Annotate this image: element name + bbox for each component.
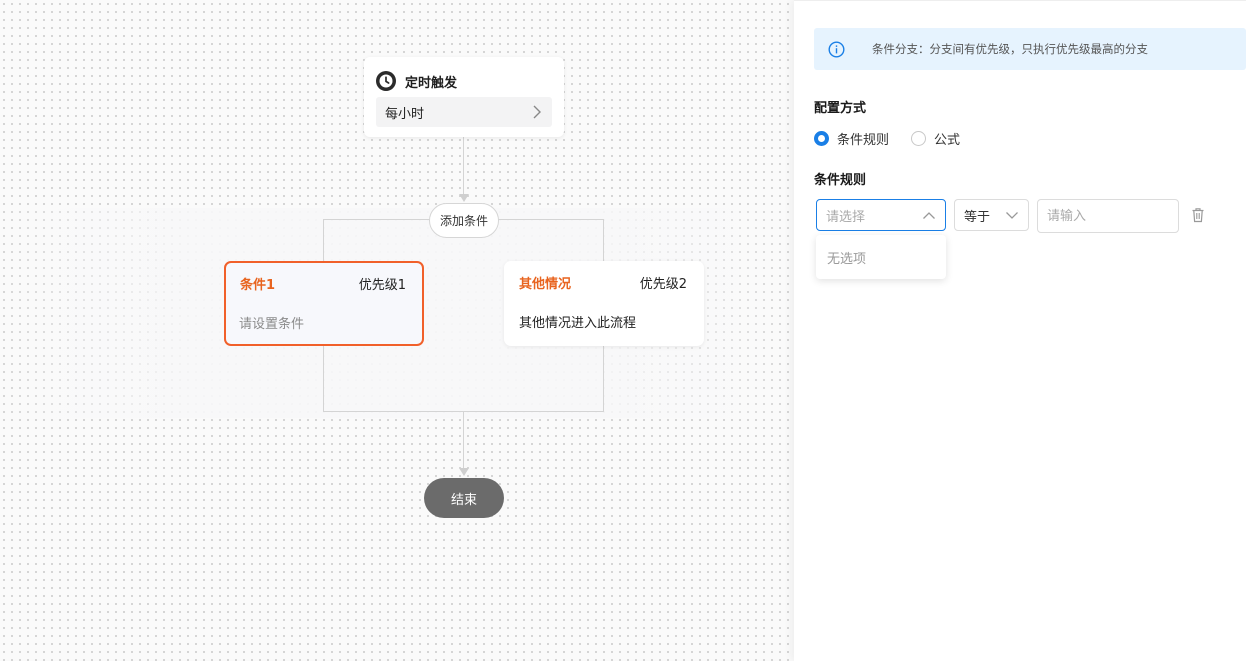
clock-icon [376,71,396,91]
branch-name: 条件1 [240,278,276,293]
branch-right-down-line [603,346,604,411]
config-method-radio-group: 条件规则 公式 [814,129,982,148]
branch-priority: 优先级1 [358,278,406,293]
condition-rules-title: 条件规则 [814,173,867,188]
trigger-node[interactable]: 定时触发 每小时 [364,57,564,137]
branch-header: 条件1 优先级1 [240,274,406,293]
add-condition-button[interactable]: 添加条件 [429,203,499,238]
trigger-header: 定时触发 [364,57,564,95]
operator-select[interactable]: 等于 [954,199,1029,231]
field-select-dropdown: 无选项 [816,235,946,279]
tip-text: 条件分支：分支间有优先级，只执行优先级最高的分支 [872,42,1148,56]
arrow-down-icon [459,468,469,476]
branch-priority: 优先级2 [639,277,687,292]
end-node[interactable]: 结束 [424,478,504,518]
branch-description: 其他情况进入此流程 [519,316,637,331]
field-select-placeholder: 请选择 [826,209,866,225]
branch-card-other[interactable]: 其他情况 优先级2 其他情况进入此流程 [504,261,704,346]
chevron-down-icon [1006,211,1018,219]
radio-label: 条件规则 [837,133,890,148]
radio-label: 公式 [934,133,961,148]
info-icon [828,40,845,58]
branch-description: 请设置条件 [239,317,305,332]
branch-header: 其他情况 优先级2 [519,273,687,292]
arrow-down-icon [459,194,469,202]
config-method-title: 配置方式 [814,101,867,116]
trigger-schedule-row[interactable]: 每小时 [376,97,552,127]
radio-condition-rules[interactable]: 条件规则 [814,129,889,148]
radio-unchecked-icon [911,131,927,146]
branch-name: 其他情况 [519,277,572,292]
trigger-title: 定时触发 [405,75,458,91]
dropdown-empty-text: 无选项 [827,251,867,267]
chevron-right-icon [533,105,541,119]
connector-merge-to-end [463,411,464,469]
radio-checked-icon [814,131,829,146]
branch-left-down-line [323,346,324,411]
branch-card-condition-1[interactable]: 条件1 优先级1 请设置条件 [224,261,424,346]
value-input[interactable] [1037,199,1179,233]
trash-icon[interactable] [1191,207,1205,223]
connector-trigger-to-add [463,137,464,195]
field-select[interactable]: 请选择 [816,199,946,231]
branch-left-up-line [323,219,324,261]
info-tip: 条件分支：分支间有优先级，只执行优先级最高的分支 [814,28,1246,70]
config-panel: 条件分支：分支间有优先级，只执行优先级最高的分支 配置方式 条件规则 公式 条件… [794,0,1246,661]
branch-right-up-line [603,219,604,261]
radio-formula[interactable]: 公式 [911,129,960,148]
flow-canvas[interactable]: 定时触发 每小时 添加条件 条件1 优先级1 请设置条件 其他情况 优先级2 其… [0,0,794,661]
trigger-schedule: 每小时 [385,106,425,122]
operator-value: 等于 [964,209,991,225]
chevron-up-icon [923,211,935,219]
